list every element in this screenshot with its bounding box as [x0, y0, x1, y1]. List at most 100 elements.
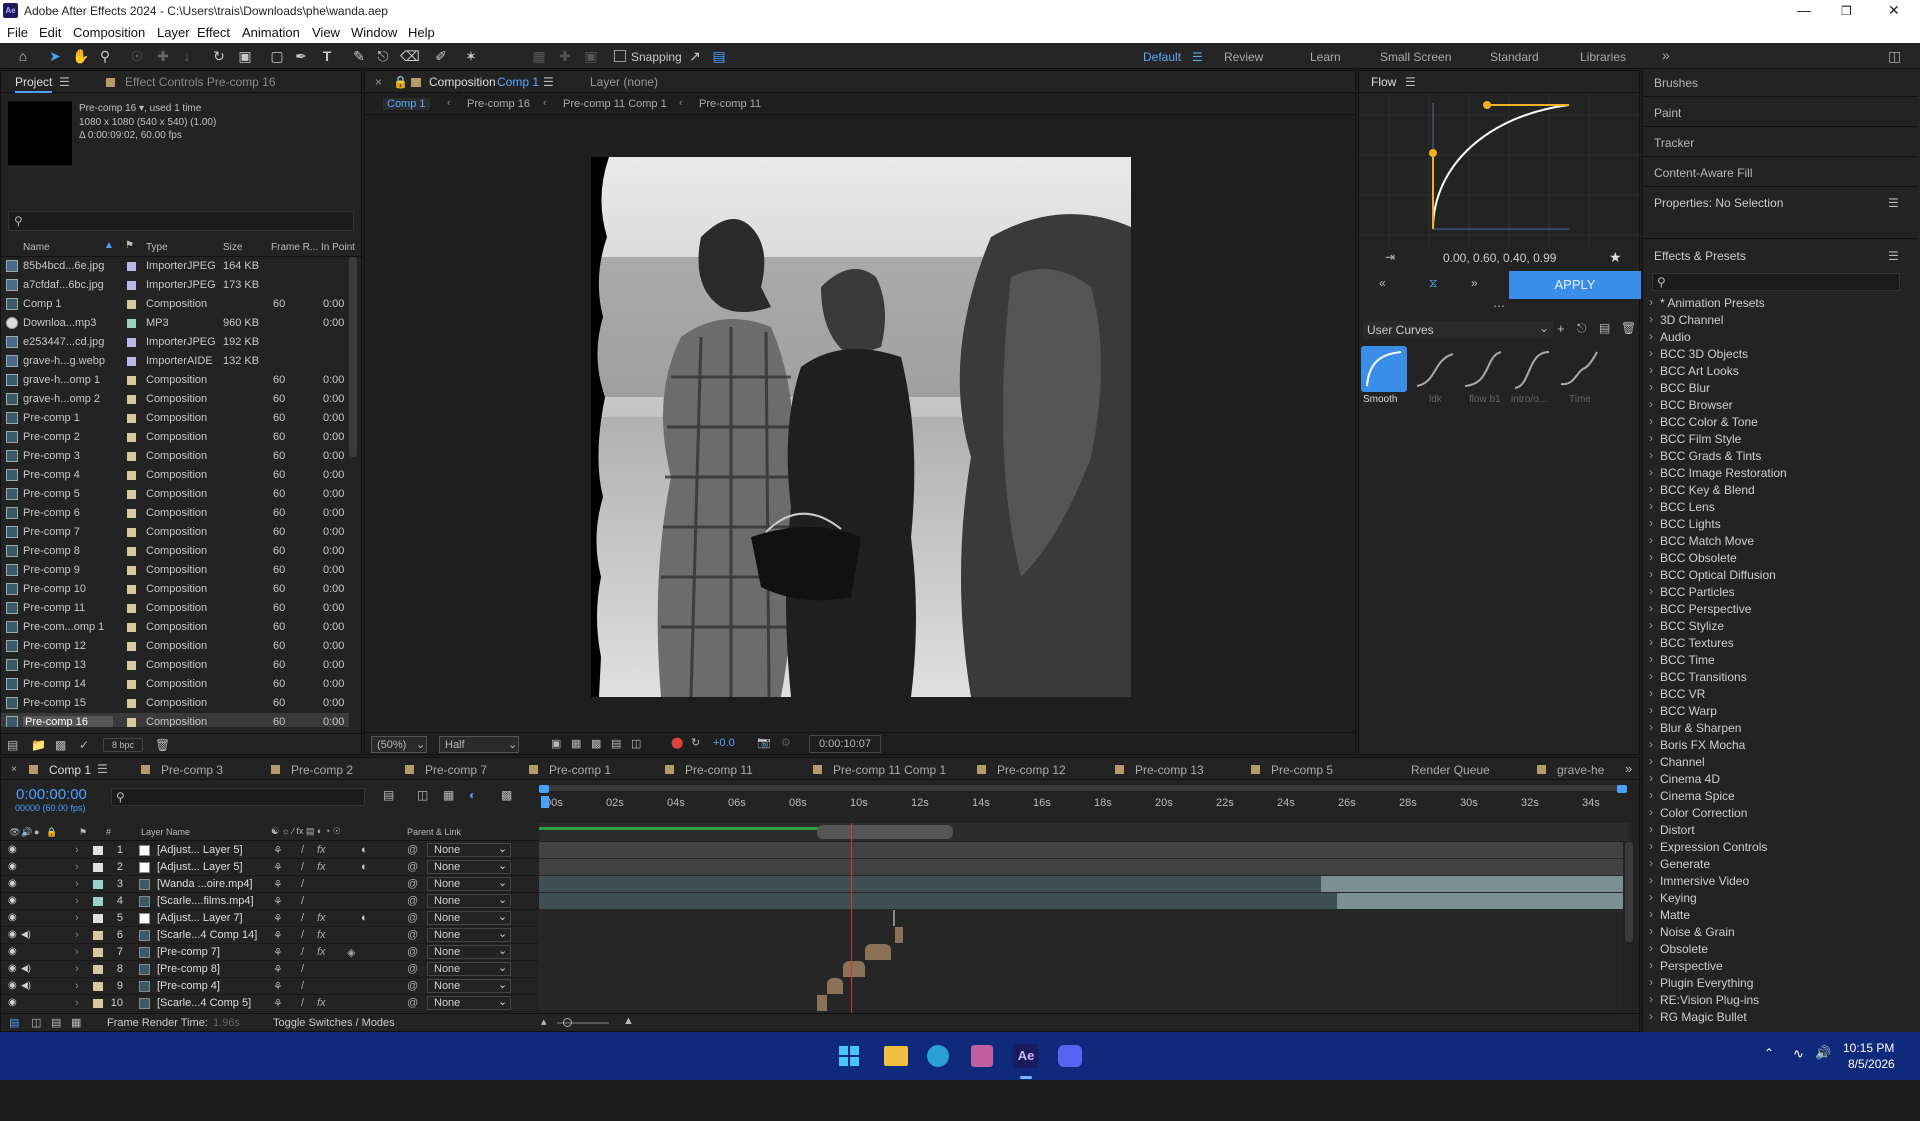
- effect-category[interactable]: BCC Browser: [1649, 397, 1733, 412]
- current-time[interactable]: 0:00:00:00: [16, 786, 87, 803]
- delete-curve-icon[interactable]: 🗑: [1621, 321, 1636, 335]
- parent-dropdown[interactable]: None ⌄: [427, 860, 511, 874]
- menu-view[interactable]: View: [312, 25, 340, 40]
- parent-dropdown[interactable]: None ⌄: [427, 945, 511, 959]
- viewer-timecode[interactable]: 0:00:10:07: [809, 735, 881, 753]
- effect-category[interactable]: BCC Lens: [1649, 499, 1715, 514]
- effects-search-input[interactable]: ⚲: [1652, 273, 1900, 291]
- pick-whip-icon[interactable]: @: [407, 929, 418, 941]
- timeline-layer-row[interactable]: ◉ ◀) › 9 [Pre-comp 4] ⚘ / @ None ⌄: [1, 978, 539, 995]
- effect-category[interactable]: Matte: [1649, 907, 1690, 922]
- new-composition-icon[interactable]: ▩: [55, 738, 66, 752]
- menu-window[interactable]: Window: [351, 25, 397, 40]
- snap-grid-icon[interactable]: ▤: [710, 47, 728, 65]
- apply-both-icon[interactable]: ⧖: [1429, 276, 1437, 291]
- project-info-arrow-icon[interactable]: ▾: [136, 103, 144, 114]
- effect-category[interactable]: RG Magic Bullet: [1649, 1009, 1747, 1024]
- effect-category[interactable]: RE:Vision Plug-ins: [1649, 992, 1759, 1007]
- timeline-tab[interactable]: Pre-comp 11 Comp 1: [833, 763, 946, 777]
- work-area-end-handle[interactable]: [1617, 785, 1627, 793]
- label-color-chip[interactable]: [127, 623, 136, 632]
- workspace-default[interactable]: Default: [1143, 50, 1181, 64]
- effect-category[interactable]: BCC VR: [1649, 686, 1705, 701]
- project-item[interactable]: 85b4bcd...6e.jpg ImporterJPEG 164 KB: [1, 257, 349, 276]
- project-item[interactable]: Pre-comp 12 Composition 60 0:00: [1, 637, 349, 656]
- edge-browser-icon[interactable]: [927, 1045, 949, 1067]
- orbit-tool-icon[interactable]: ☉: [128, 47, 146, 65]
- wifi-icon[interactable]: ∿: [1793, 1046, 1804, 1062]
- maximize-icon[interactable]: ❐: [1841, 4, 1852, 18]
- motion-blur-icon[interactable]: ◐: [469, 788, 476, 802]
- timeline-layer-row[interactable]: ◉ › 2 [Adjust... Layer 5] ⚘ / fx ◐ @ None ⌄: [1, 859, 539, 876]
- 3d-view-icon[interactable]: ◫: [631, 737, 641, 750]
- project-item[interactable]: Pre-comp 2 Composition 60 0:00: [1, 428, 349, 447]
- effect-category[interactable]: Immersive Video: [1649, 873, 1749, 888]
- label-color-chip[interactable]: [93, 931, 103, 940]
- adjustment-switch-icon[interactable]: ◐: [361, 912, 368, 924]
- project-item[interactable]: Pre-comp 10 Composition 60 0:00: [1, 580, 349, 599]
- track-bar-10[interactable]: [817, 995, 827, 1011]
- new-folder-icon[interactable]: 📁: [31, 738, 46, 752]
- shy-switch-icon[interactable]: ⚘: [273, 861, 283, 874]
- timeline-tab[interactable]: Comp 1: [49, 763, 91, 777]
- label-color-chip[interactable]: [127, 395, 136, 404]
- timeline-tab[interactable]: Pre-comp 12: [997, 763, 1066, 777]
- label-icon[interactable]: ⚑: [79, 827, 87, 838]
- zoom-slider-thumb[interactable]: [563, 1018, 572, 1027]
- effect-switch-icon[interactable]: fx: [317, 997, 326, 1009]
- pick-whip-icon[interactable]: @: [407, 844, 418, 856]
- project-item[interactable]: Pre-comp 1 Composition 60 0:00: [1, 409, 349, 428]
- effect-category[interactable]: BCC Image Restoration: [1649, 465, 1787, 480]
- zoom-in-icon[interactable]: ▲: [623, 1015, 634, 1027]
- more-tabs-icon[interactable]: »: [1625, 761, 1632, 776]
- content-aware-fill-tab[interactable]: Content-Aware Fill: [1654, 166, 1752, 180]
- timeline-layer-row[interactable]: ◉ › 4 [Scarle....films.mp4] ⚘ / @ None ⌄: [1, 893, 539, 910]
- effect-category[interactable]: BCC Stylize: [1649, 618, 1724, 633]
- expand-switches-icon[interactable]: ◫: [31, 1016, 41, 1029]
- effect-category[interactable]: BCC Time: [1649, 652, 1715, 667]
- label-color-chip[interactable]: [127, 300, 136, 309]
- snapshot-camera-icon[interactable]: 📷: [757, 736, 771, 749]
- clock-date[interactable]: 8/5/2026: [1848, 1057, 1895, 1071]
- label-color-chip[interactable]: [93, 999, 103, 1008]
- menu-layer[interactable]: Layer: [157, 25, 190, 40]
- expand-arrow-icon[interactable]: ›: [75, 895, 79, 907]
- effect-category[interactable]: Obsolete: [1649, 941, 1708, 956]
- timeline-tab[interactable]: Pre-comp 3: [161, 763, 223, 777]
- track-bar-6[interactable]: [895, 927, 903, 943]
- effect-switch-icon[interactable]: fx: [317, 946, 326, 958]
- volume-icon[interactable]: 🔊: [1815, 1045, 1831, 1061]
- clock-time[interactable]: 10:15 PM: [1843, 1041, 1894, 1055]
- view-axis-icon[interactable]: ▣: [582, 47, 600, 65]
- parent-dropdown[interactable]: None ⌄: [427, 877, 511, 891]
- label-color-chip[interactable]: [127, 433, 136, 442]
- shy-switch-icon[interactable]: ⚘: [273, 980, 283, 993]
- transparency-grid-icon[interactable]: ▦: [571, 737, 581, 750]
- timeline-layer-row[interactable]: ◉ › 1 [Adjust... Layer 5] ⚘ / fx ◐ @ None ⌄: [1, 842, 539, 859]
- time-ruler[interactable]: 00s 02s 04s 06s 08s 10s 12s 14s 16s 18s 20s 22s 24s 2…: [539, 781, 1629, 823]
- label-color-chip[interactable]: [127, 452, 136, 461]
- col-type[interactable]: Type: [146, 242, 168, 253]
- track-bar-3[interactable]: [539, 876, 1321, 892]
- pick-whip-icon[interactable]: @: [407, 895, 418, 907]
- effect-switch-icon[interactable]: fx: [317, 844, 326, 856]
- col-frame-rate[interactable]: Frame R...: [271, 242, 318, 253]
- adjustment-switch-icon[interactable]: ◐: [361, 844, 368, 856]
- label-color-chip[interactable]: [127, 509, 136, 518]
- label-color-chip[interactable]: [127, 680, 136, 689]
- visibility-eye-icon[interactable]: ◉: [8, 895, 17, 906]
- col-size[interactable]: Size: [223, 242, 242, 253]
- shy-switch-icon[interactable]: ⚘: [273, 946, 283, 959]
- comp-tab-name[interactable]: Comp 1: [497, 75, 539, 89]
- effect-category[interactable]: * Animation Presets: [1649, 295, 1765, 310]
- project-item[interactable]: Pre-comp 8 Composition 60 0:00: [1, 542, 349, 561]
- effect-category[interactable]: Cinema Spice: [1649, 788, 1735, 803]
- timeline-search-input[interactable]: ⚲: [111, 788, 365, 806]
- windows-start-icon[interactable]: [839, 1046, 859, 1066]
- project-item[interactable]: Pre-comp 7 Composition 60 0:00: [1, 523, 349, 542]
- project-item[interactable]: Pre-comp 13 Composition 60 0:00: [1, 656, 349, 675]
- quality-switch-icon[interactable]: /: [301, 844, 304, 856]
- menu-file[interactable]: File: [7, 25, 28, 40]
- parent-dropdown[interactable]: None ⌄: [427, 962, 511, 976]
- playhead-line[interactable]: [851, 823, 852, 1013]
